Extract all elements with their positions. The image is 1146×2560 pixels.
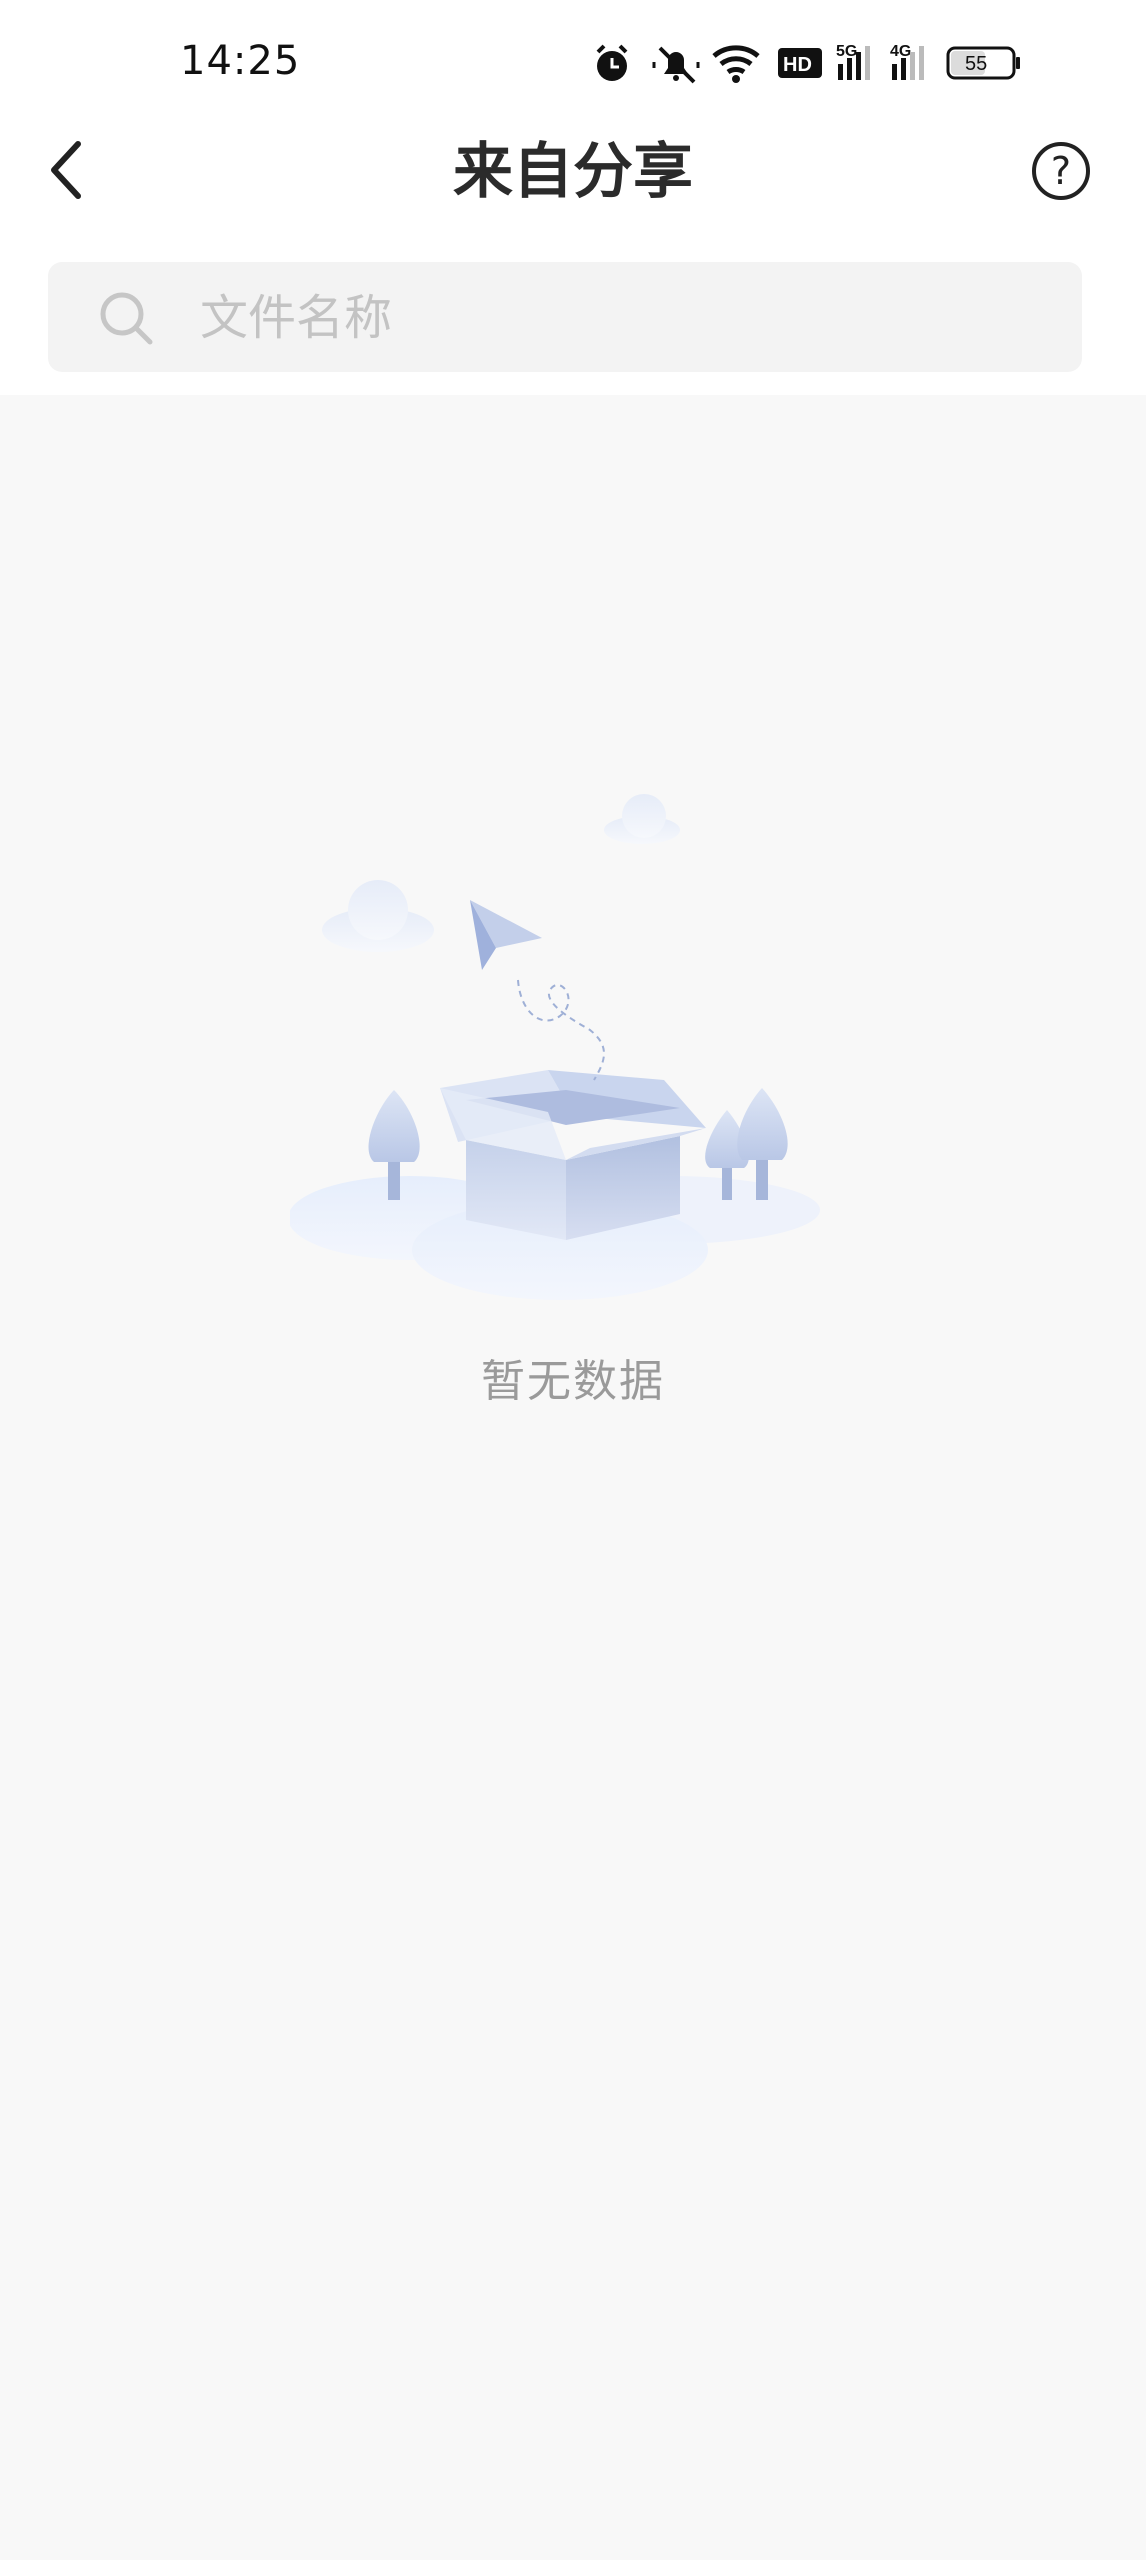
signal-4g-icon: 4G	[890, 43, 924, 80]
svg-text:4G: 4G	[890, 43, 911, 60]
mute-icon	[652, 46, 700, 84]
svg-text:HD: HD	[783, 54, 812, 76]
svg-text:55: 55	[965, 53, 987, 75]
paper-plane-icon	[470, 900, 542, 970]
signal-5g-icon: 5G	[836, 43, 870, 80]
alarm-icon	[596, 44, 628, 81]
header-area: 14:25 HD 5G 4G 55 来自分享 ? 文件名称	[0, 0, 1146, 395]
search-input[interactable]	[198, 262, 1062, 374]
hd-icon: HD	[778, 48, 822, 78]
status-time: 14:25	[180, 38, 301, 84]
page: 14:25 HD 5G 4G 55 来自分享 ? 文件名称 暂无数据	[0, 0, 1146, 2560]
wifi-icon	[712, 45, 760, 83]
empty-box-illustration	[290, 794, 820, 1300]
flight-path	[517, 979, 605, 1081]
open-box	[440, 1070, 706, 1240]
status-icons: HD 5G 4G 55	[592, 42, 1062, 86]
cloud-right	[604, 794, 680, 844]
help-button[interactable]: ?	[1032, 142, 1090, 200]
search-bar[interactable]	[48, 262, 1082, 374]
page-title: 来自分享	[453, 137, 693, 207]
empty-state-message: 暂无数据	[481, 1356, 665, 1407]
search-icon	[100, 292, 153, 345]
battery-icon: 55	[946, 46, 1020, 80]
help-icon: ?	[1050, 149, 1072, 193]
cloud-left	[322, 880, 434, 952]
svg-text:5G: 5G	[836, 43, 857, 60]
